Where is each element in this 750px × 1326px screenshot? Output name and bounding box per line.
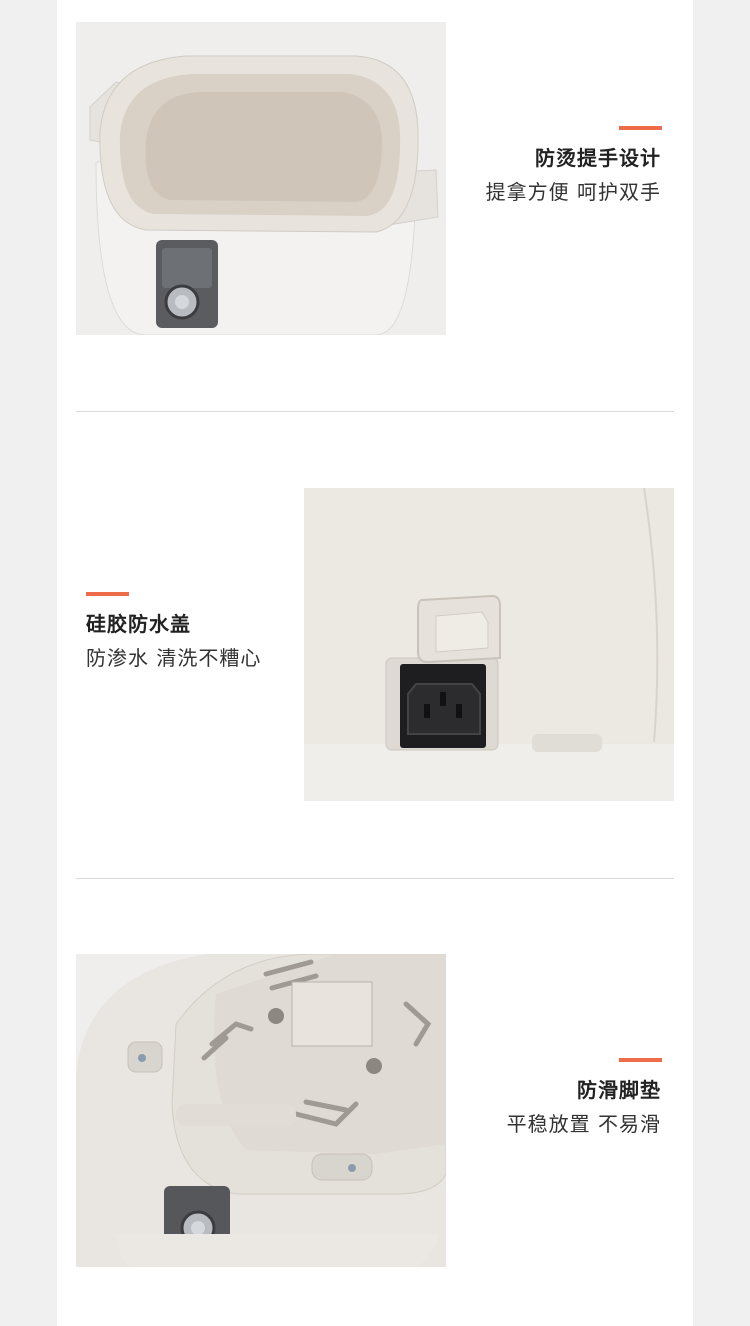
dial-knob-icon [164, 284, 200, 320]
feature-title: 防烫提手设计 [535, 146, 661, 170]
silicone-cover-photo [304, 488, 674, 801]
section-divider [76, 411, 674, 412]
feature-title: 硅胶防水盖 [86, 612, 191, 636]
anti-slip-feet-photo [76, 954, 446, 1267]
accent-bar [619, 126, 662, 130]
feature-subtitle: 平稳放置 不易滑 [506, 1112, 661, 1136]
feature-title: 防滑脚垫 [577, 1078, 661, 1102]
rubber-foot-icon [311, 1153, 373, 1181]
feature-subtitle: 提拿方便 呵护双手 [485, 180, 661, 204]
power-socket-icon [400, 664, 486, 748]
section-divider [76, 878, 674, 879]
rubber-foot-icon [127, 1041, 163, 1073]
feature-subtitle: 防渗水 清洗不糟心 [86, 646, 262, 670]
accent-bar [86, 592, 129, 596]
pot-handle-photo [76, 22, 446, 335]
accent-bar [619, 1058, 662, 1062]
